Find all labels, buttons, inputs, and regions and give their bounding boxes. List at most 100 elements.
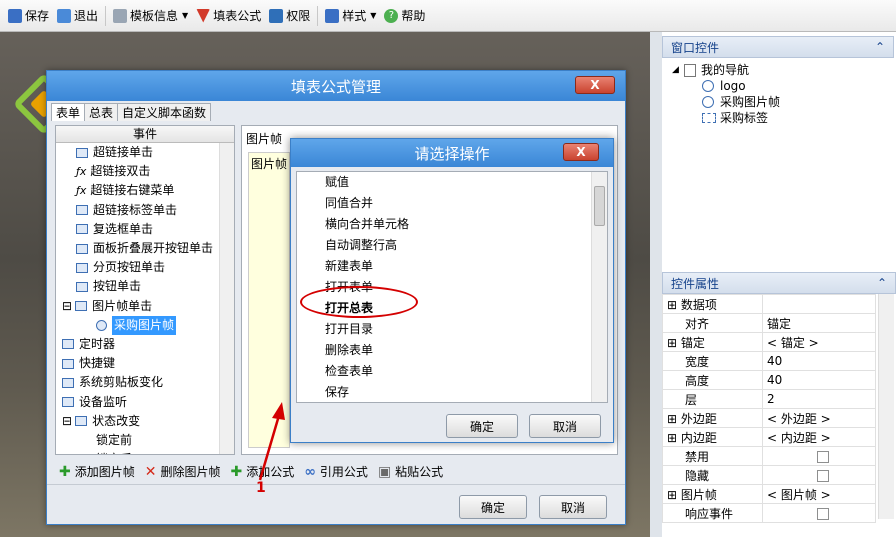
add-picture-frame-button[interactable]: ✚ 添加图片帧 [59,463,135,480]
tree-item[interactable]: logo [672,78,884,94]
event-item[interactable]: 采购图片帧 [56,315,220,335]
event-item[interactable]: 系统剪贴板变化 [56,373,220,392]
permission-button[interactable]: 权限 [265,4,314,28]
property-value[interactable]: 40 [762,351,876,371]
operation-item[interactable]: 删除表单 [297,340,607,361]
operation-item[interactable]: 自动调整行高 [297,235,607,256]
paste-formula-button[interactable]: ▣ 粘贴公式 [378,463,443,480]
save-button[interactable]: 保存 [4,4,53,28]
properties-scrollbar[interactable] [878,294,894,519]
fill-formula-button[interactable]: 填表公式 [192,4,265,28]
property-value[interactable]: 锚定 [762,313,876,333]
close-button[interactable]: X [575,76,615,94]
operation-item[interactable]: 横向合并单元格 [297,214,607,235]
operation-item[interactable]: 新建表单 [297,256,607,277]
events-scrollbar[interactable] [219,143,234,454]
property-row[interactable]: 隐藏 [662,465,876,485]
operation-item[interactable]: 赋值 [297,172,607,193]
permission-icon [269,8,284,23]
property-row[interactable]: ⊞ 内边距 < 内边距 > [662,427,876,447]
style-dropdown[interactable]: 样式 ▼ [321,4,380,28]
property-value[interactable]: < 锚定 > [762,332,876,352]
cancel-button[interactable]: 取消 [529,414,601,438]
event-item[interactable]: ⊟ 图片帧单击 [56,297,220,316]
event-item[interactable]: 定时器 [56,335,220,354]
property-value[interactable]: < 图片帧 > [762,484,876,504]
property-row[interactable]: 禁用 [662,446,876,466]
checkbox[interactable] [817,507,829,520]
event-item[interactable]: 面板折叠展开按钮单击 [56,239,220,258]
play-icon [702,96,714,108]
property-row[interactable]: ⊞ 数据项 [662,294,876,314]
property-row[interactable]: ⊞ 外边距 < 外边距 > [662,408,876,428]
event-item[interactable]: ⊟ 状态改变 [56,412,220,431]
device-icon [62,397,74,408]
property-row[interactable]: ⊞ 图片帧 < 图片帧 > [662,484,876,504]
exit-button[interactable]: 退出 [53,4,102,28]
event-item[interactable]: 按钮单击 [56,277,220,296]
expand-icon[interactable]: ⊞ [667,336,681,350]
property-row[interactable]: 层2 [662,389,876,409]
delete-icon: ✕ [144,463,157,480]
ok-button[interactable]: 确定 [459,495,527,519]
operation-item[interactable]: 同值合并 [297,193,607,214]
tab-summary[interactable]: 总表 [84,103,119,121]
event-item[interactable]: 设备监听 [56,392,220,411]
scroll-thumb[interactable] [594,186,605,226]
property-value[interactable]: < 内边距 > [762,427,876,447]
event-item[interactable]: 快捷键 [56,354,220,373]
event-item[interactable]: 分页按钮单击 [56,258,220,277]
ok-button[interactable]: 确定 [446,414,518,438]
property-row[interactable]: 宽度 40 [662,351,876,371]
tree-root[interactable]: ◢ 我的导航 [672,62,884,78]
property-value[interactable] [762,503,876,523]
events-tree: 超链接单击 ƒx 超链接双击 ƒx 超链接右键菜单 超链接标签单击 复选框单击 面板折叠展开按… [56,143,220,454]
collapse-icon[interactable]: ⊟ [62,412,72,431]
property-row[interactable]: ⊞ 锚定 < 锚定 > [662,332,876,352]
help-button[interactable]: ? 帮助 [380,4,429,28]
event-item[interactable]: ƒx 超链接双击 [56,162,220,181]
expand-icon[interactable]: ⊞ [667,431,681,445]
property-value[interactable] [762,446,876,466]
property-value[interactable] [762,465,876,485]
event-item[interactable]: 锁定后 [56,450,220,454]
event-item[interactable]: 锁定前 [56,431,220,450]
operation-item[interactable]: 打开目录 [297,319,607,340]
template-info-dropdown[interactable]: 模板信息 ▼ [109,4,192,28]
operation-item[interactable]: 保存 [297,382,607,403]
picture-frame-item[interactable]: 图片帧 [249,153,289,174]
operation-scrollbar[interactable] [591,172,607,402]
delete-picture-frame-button[interactable]: ✕ 删除图片帧 [145,463,221,480]
tab-custom-script[interactable]: 自定义脚本函数 [117,103,212,121]
property-value[interactable] [762,294,876,314]
save-icon [8,8,22,23]
expand-icon[interactable]: ⊞ [667,488,681,502]
event-item[interactable]: 复选框单击 [56,220,220,239]
tree-item[interactable]: 采购图片帧 [672,94,884,110]
collapse-icon[interactable]: ⊟ [62,297,72,316]
expand-icon[interactable]: ⊞ [667,412,681,426]
property-name: 禁用 [662,446,763,466]
checkbox[interactable] [817,469,829,482]
tree-item[interactable]: 采购标签 [672,110,884,126]
operation-item[interactable]: 检查表单 [297,361,607,382]
property-row[interactable]: 高度 40 [662,370,876,390]
property-value[interactable]: 40 [762,370,876,390]
expand-icon[interactable]: ⊞ [667,298,681,312]
expand-icon[interactable]: ◢ [672,62,684,78]
cancel-button[interactable]: 取消 [539,495,607,519]
reference-formula-button[interactable]: ∞ 引用公式 [304,463,368,480]
collapse-icon[interactable]: ⌃ [875,40,885,54]
property-value[interactable]: < 外边距 > [762,408,876,428]
close-button[interactable]: X [563,143,599,161]
event-item[interactable]: 超链接单击 [56,143,220,162]
event-item[interactable]: ƒx 超链接右键菜单 [56,181,220,200]
event-item[interactable]: 超链接标签单击 [56,201,220,220]
property-value[interactable]: 2 [762,389,876,409]
panel-splitter[interactable] [650,32,662,537]
checkbox[interactable] [817,450,829,463]
property-row[interactable]: 响应事件 [662,503,876,523]
collapse-icon[interactable]: ⌃ [877,276,887,290]
tab-form[interactable]: 表单 [51,103,86,121]
property-row[interactable]: 对齐 锚定 [662,313,876,333]
